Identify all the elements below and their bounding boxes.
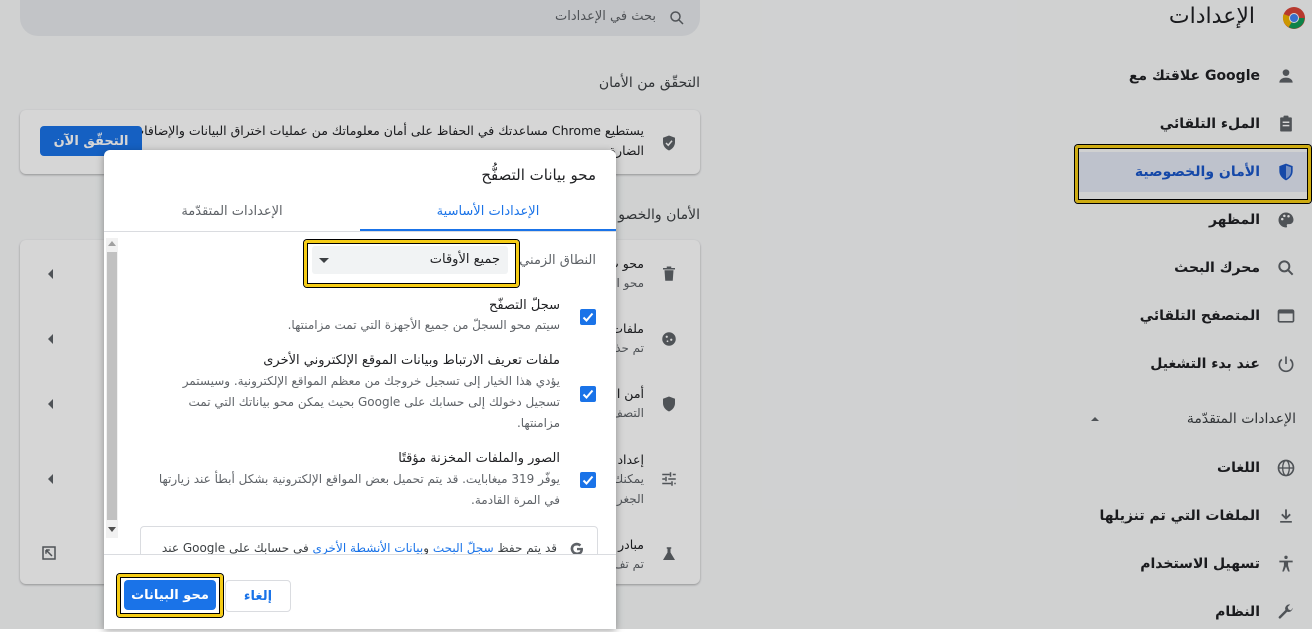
info-prefix: قد يتم حفظ bbox=[497, 541, 558, 554]
google-activity-info: قد يتم حفظ سجلّ البحث وبيانات الأنشطة ال… bbox=[140, 526, 598, 554]
option-title: سجلّ التصفّح bbox=[489, 298, 560, 313]
info-text: قد يتم حفظ سجلّ البحث وبيانات الأنشطة ال… bbox=[162, 541, 557, 554]
dialog-scroll-area: النطاق الزمني جميع الأوقات سجلّ التصفّح … bbox=[104, 232, 616, 554]
scroll-down-arrow-icon[interactable] bbox=[108, 527, 116, 533]
cancel-button[interactable]: إلغاء bbox=[225, 580, 291, 612]
tab-basic[interactable]: الإعدادات الأساسية bbox=[360, 191, 616, 231]
option-desc: يؤدي هذا الخيار إلى تسجيل خروجك من معظم … bbox=[182, 374, 560, 388]
option-desc: تسجيل دخولك إلى حسابك على Google بحيث يم… bbox=[188, 395, 560, 409]
option-title: ملفات تعريف الارتباط وبيانات الموقع الإل… bbox=[263, 353, 560, 368]
option-title: الصور والملفات المخزنة مؤقتًا bbox=[398, 451, 560, 466]
time-range-label: النطاق الزمني bbox=[519, 253, 596, 268]
scroll-up-arrow-icon[interactable] bbox=[108, 240, 116, 246]
highlight-frame bbox=[117, 574, 223, 617]
tab-advanced[interactable]: الإعدادات المتقدّمة bbox=[104, 191, 360, 231]
cookies-checkbox[interactable] bbox=[580, 386, 596, 402]
highlight-frame bbox=[304, 240, 519, 287]
cache-checkbox[interactable] bbox=[580, 472, 596, 488]
option-desc: في المرة القادمة. bbox=[471, 493, 560, 507]
scrollbar[interactable] bbox=[106, 238, 118, 538]
google-g-icon bbox=[569, 541, 585, 554]
option-desc: سيتم محو السجلّ من جميع الأجهزة التي تمت… bbox=[287, 318, 560, 332]
clear-browsing-data-dialog: محو بيانات التصفُّح الإعدادات الأساسية ا… bbox=[104, 150, 616, 629]
info-suffix: في حسابك على Google عند bbox=[161, 541, 309, 554]
footer-divider bbox=[104, 554, 616, 555]
other-activity-link[interactable]: بيانات الأنشطة الأخرى bbox=[313, 541, 424, 554]
info-and: و bbox=[423, 541, 429, 554]
dialog-title: محو بيانات التصفُّح bbox=[481, 166, 596, 184]
scrollbar-thumb[interactable] bbox=[107, 252, 117, 520]
search-history-link[interactable]: سجلّ البحث bbox=[433, 541, 494, 554]
option-desc: مزامنتها. bbox=[516, 416, 560, 430]
option-desc: يوفّر 319 ميغابايت. قد يتم تحميل بعض الم… bbox=[158, 472, 560, 486]
browsing-history-checkbox[interactable] bbox=[580, 309, 596, 325]
